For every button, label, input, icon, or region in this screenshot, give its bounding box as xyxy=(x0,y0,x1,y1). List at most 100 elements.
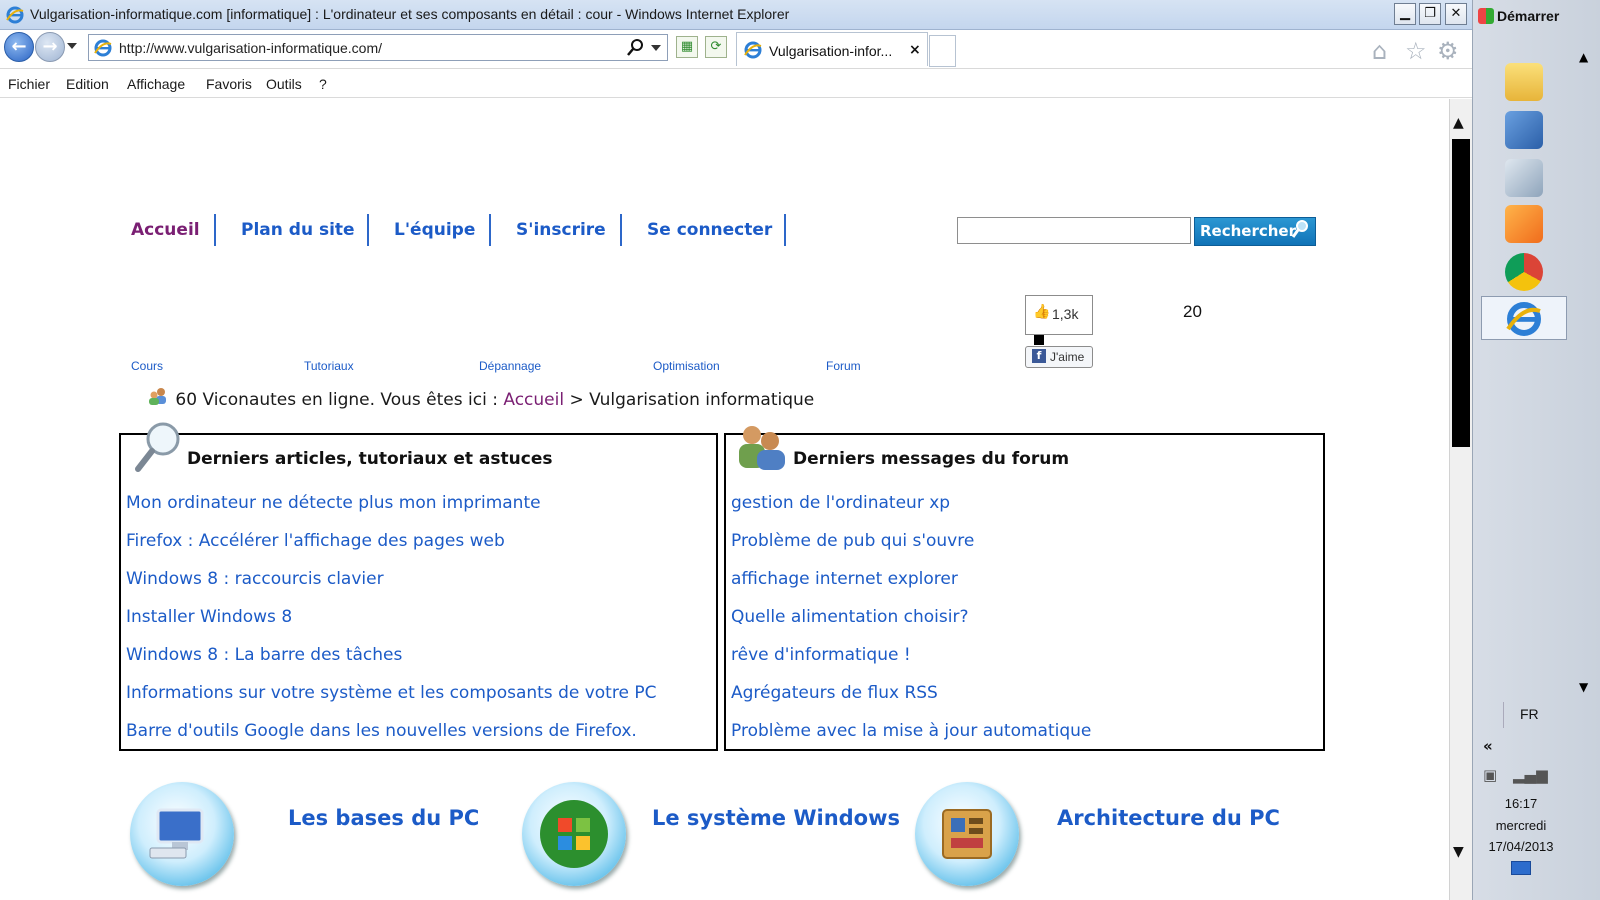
menu-item-affichage[interactable]: Affichage xyxy=(127,76,185,92)
article-link[interactable]: Installer Windows 8 xyxy=(126,607,656,645)
latest-forum-box: Derniers messages du forum gestion de l'… xyxy=(724,426,1325,751)
search-icon[interactable] xyxy=(627,38,645,60)
category-label[interactable]: Les bases du PC xyxy=(288,806,479,830)
menu-item-fichier[interactable]: Fichier xyxy=(8,76,50,92)
folder-icon xyxy=(1505,63,1543,101)
search-button-label: Rechercher xyxy=(1200,222,1297,240)
history-dropdown-icon[interactable] xyxy=(67,43,77,49)
search-dropdown-icon[interactable] xyxy=(651,45,661,51)
users-online-icon xyxy=(148,387,170,409)
subnav-depannage[interactable]: Dépannage xyxy=(479,359,541,373)
refresh-icon[interactable]: ⟳ xyxy=(705,36,727,58)
subnav-forum[interactable]: Forum xyxy=(826,359,861,373)
taskbar-scroll: ▲ ▼ xyxy=(1569,0,1600,900)
url-text[interactable]: http://www.vulgarisation-informatique.co… xyxy=(119,40,382,56)
network-signal-icon[interactable]: ▂▄▆ xyxy=(1513,766,1548,784)
scrollbar-thumb[interactable] xyxy=(1452,139,1470,447)
remote-desktop-icon xyxy=(1505,111,1543,149)
forum-link[interactable]: Quelle alimentation choisir? xyxy=(731,607,1091,645)
taskbar-scroll-up-icon[interactable]: ▲ xyxy=(1579,50,1588,64)
scroll-down-icon[interactable]: ▼ xyxy=(1453,844,1464,860)
nav-separator xyxy=(489,214,491,246)
menu-item-outils[interactable]: Outils xyxy=(266,76,302,92)
forum-link[interactable]: affichage internet explorer xyxy=(731,569,1091,607)
article-link[interactable]: Windows 8 : raccourcis clavier xyxy=(126,569,656,607)
tab-label: Vulgarisation-infor... xyxy=(769,43,893,59)
forum-users-icon xyxy=(736,423,788,475)
taskbar-internet-explorer[interactable] xyxy=(1481,296,1567,340)
forward-button[interactable]: → xyxy=(35,32,65,62)
category-label[interactable]: Architecture du PC xyxy=(1057,806,1280,830)
clock-day[interactable]: mercredi xyxy=(1473,818,1569,833)
ie-icon xyxy=(6,6,24,28)
windows-flag-icon xyxy=(1478,8,1494,24)
chrome-icon xyxy=(1505,253,1543,291)
taskbar-explorer[interactable] xyxy=(1481,60,1567,104)
nav-plan-du-site[interactable]: Plan du site xyxy=(241,220,355,240)
category-label[interactable]: Le système Windows xyxy=(652,806,900,830)
facebook-icon: f xyxy=(1032,349,1046,363)
windows-logo-icon xyxy=(522,782,626,886)
action-center-icon[interactable]: ▣ xyxy=(1483,766,1497,784)
subnav-cours[interactable]: Cours xyxy=(131,359,163,373)
forum-link[interactable]: Problème de pub qui s'ouvre xyxy=(731,531,1091,569)
facebook-bubble-notch xyxy=(1034,335,1044,345)
article-link[interactable]: Firefox : Accélérer l'affichage des page… xyxy=(126,531,656,569)
search-button[interactable]: Rechercher xyxy=(1194,217,1316,246)
breadcrumb-home-link[interactable]: Accueil xyxy=(503,390,564,410)
nav-inscrire[interactable]: S'inscrire xyxy=(516,220,606,240)
motherboard-icon xyxy=(915,782,1019,886)
compatibility-icon[interactable]: ▦ xyxy=(676,36,698,58)
gear-icon[interactable]: ⚙ xyxy=(1437,37,1459,65)
tools-icon xyxy=(1505,159,1543,197)
tab-ie-icon xyxy=(744,41,762,63)
home-icon[interactable]: ⌂ xyxy=(1372,37,1387,65)
forum-list: gestion de l'ordinateur xp Problème de p… xyxy=(731,493,1091,759)
clock-time[interactable]: 16:17 xyxy=(1473,796,1569,811)
nav-connecter[interactable]: Se connecter xyxy=(647,220,772,240)
forum-link[interactable]: rêve d'informatique ! xyxy=(731,645,1091,683)
latest-forum-title: Derniers messages du forum xyxy=(793,449,1070,469)
restore-button[interactable]: ❐ xyxy=(1419,3,1441,25)
address-field[interactable]: http://www.vulgarisation-informatique.co… xyxy=(88,34,668,61)
tab-close-icon[interactable]: × xyxy=(909,42,921,58)
language-indicator[interactable]: FR xyxy=(1503,702,1563,728)
taskbar-remote[interactable] xyxy=(1481,108,1567,152)
nav-accueil[interactable]: Accueil xyxy=(131,220,200,240)
nav-separator xyxy=(367,214,369,246)
nav-equipe[interactable]: L'équipe xyxy=(394,220,475,240)
browser-tab[interactable]: Vulgarisation-infor... × xyxy=(736,32,928,66)
nav-separator xyxy=(784,214,786,246)
taskbar-media[interactable] xyxy=(1481,202,1567,246)
new-tab-button[interactable] xyxy=(929,35,956,67)
article-link[interactable]: Mon ordinateur ne détecte plus mon impri… xyxy=(126,493,656,531)
article-link[interactable]: Barre d'outils Google dans les nouvelles… xyxy=(126,721,656,759)
subnav-tutoriaux[interactable]: Tutoriaux xyxy=(304,359,354,373)
taskbar-tools[interactable] xyxy=(1481,156,1567,200)
menu-item-help[interactable]: ? xyxy=(319,76,327,92)
back-button[interactable]: ← xyxy=(4,32,34,62)
latest-articles-box: Derniers articles, tutoriaux et astuces … xyxy=(119,422,718,751)
forum-link[interactable]: Agrégateurs de flux RSS xyxy=(731,683,1091,721)
media-player-icon xyxy=(1505,205,1543,243)
breadcrumb-current: Vulgarisation informatique xyxy=(589,390,815,410)
taskbar-chrome[interactable] xyxy=(1481,250,1567,294)
favorites-star-icon[interactable]: ☆ xyxy=(1405,37,1427,65)
show-hidden-icons-button[interactable]: « xyxy=(1483,737,1493,755)
close-button[interactable]: ✕ xyxy=(1445,3,1467,25)
article-link[interactable]: Windows 8 : La barre des tâches xyxy=(126,645,656,683)
taskbar-scroll-down-icon[interactable]: ▼ xyxy=(1579,680,1588,694)
menu-item-favoris[interactable]: Favoris xyxy=(206,76,252,92)
forum-link[interactable]: gestion de l'ordinateur xp xyxy=(731,493,1091,531)
article-link[interactable]: Informations sur votre système et les co… xyxy=(126,683,656,721)
vertical-scrollbar[interactable]: ▲ ▼ xyxy=(1449,99,1472,900)
minimize-button[interactable]: ▁ xyxy=(1394,3,1416,25)
forum-link[interactable]: Problème avec la mise à jour automatique xyxy=(731,721,1091,759)
site-search-input[interactable] xyxy=(957,217,1191,244)
menu-item-edition[interactable]: Edition xyxy=(66,76,109,92)
clock-date[interactable]: 17/04/2013 xyxy=(1473,839,1569,854)
scroll-up-icon[interactable]: ▲ xyxy=(1453,115,1464,131)
show-desktop-icon[interactable] xyxy=(1511,861,1531,875)
subnav-optimisation[interactable]: Optimisation xyxy=(653,359,720,373)
computer-icon xyxy=(130,782,234,886)
